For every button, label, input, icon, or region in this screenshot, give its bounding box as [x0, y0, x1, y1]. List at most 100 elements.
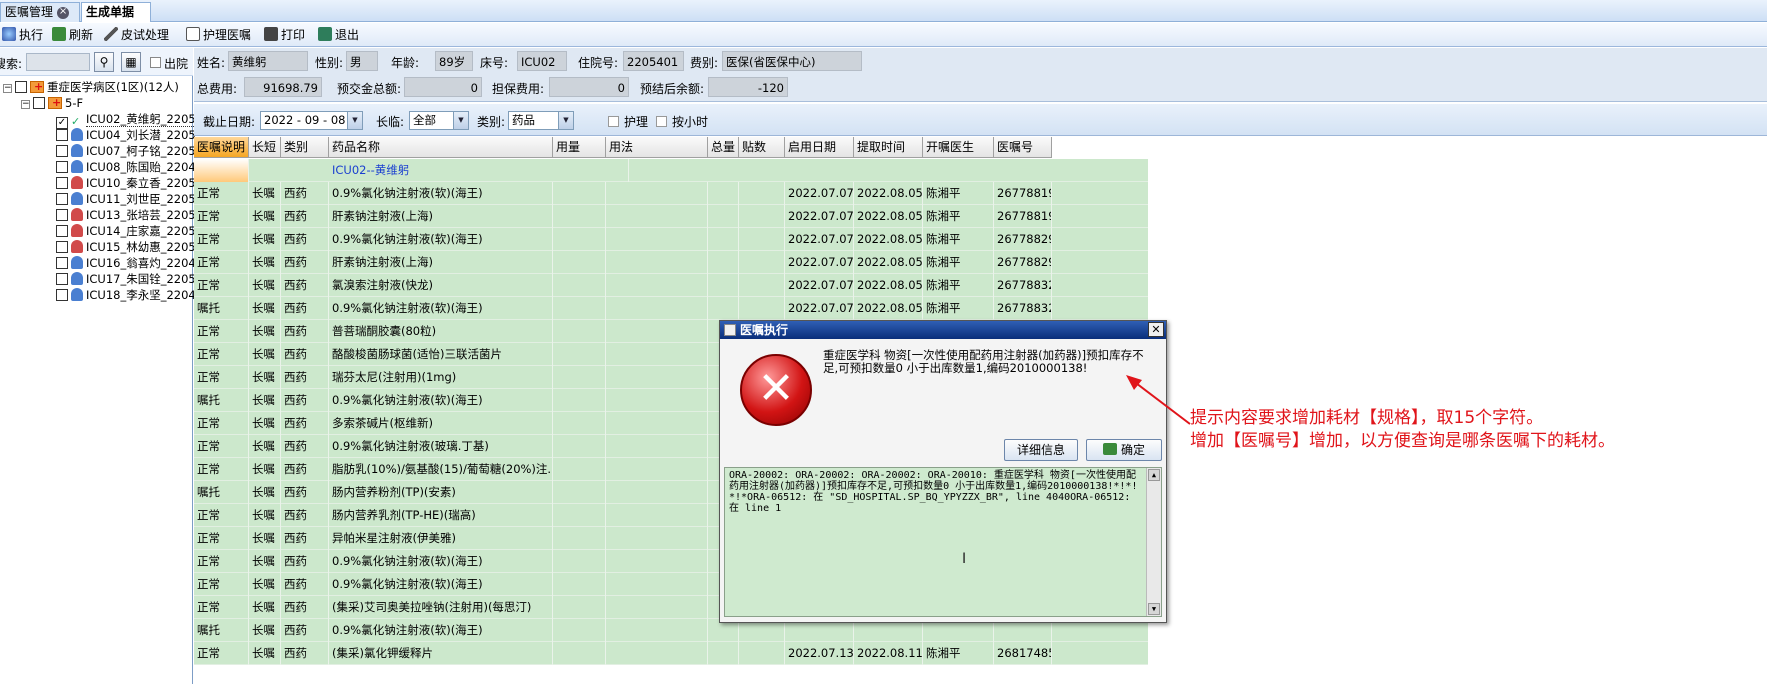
- patient-node[interactable]: ✓ ✓ ICU02_黄维躬_2205: [56, 111, 196, 129]
- term-select[interactable]: 全部 ▼: [409, 111, 469, 130]
- column-header[interactable]: 长短: [249, 137, 281, 158]
- patient-checkbox[interactable]: [56, 145, 68, 157]
- chevron-down-icon[interactable]: ▼: [453, 112, 468, 129]
- patient-icon: [71, 256, 83, 269]
- type-select[interactable]: 药品 ▼: [508, 111, 574, 130]
- table-row[interactable]: 正常 长嘱 西药 氯溴索注射液(快龙) 2022.07.07 2022.08.05 陈湘平 2…: [194, 274, 1148, 297]
- patient-node[interactable]: ICU14_庄家嘉_2205: [56, 223, 196, 239]
- patient-node[interactable]: ICU17_朱国铨_2205: [56, 271, 196, 287]
- table-cell: [708, 297, 739, 320]
- print-button[interactable]: 打印: [264, 27, 305, 43]
- collapse-icon[interactable]: −: [3, 84, 12, 93]
- close-button[interactable]: ✕: [1148, 322, 1164, 337]
- patient-node[interactable]: ICU07_柯子铭_2205: [56, 143, 196, 159]
- annotation-line-1: 提示内容要求增加耗材【规格】，取15个字符。: [1190, 408, 1544, 428]
- table-row[interactable]: 正常 长嘱 西药 0.9%氯化钠注射液(软)(海王) 2022.07.07 2022.08…: [194, 182, 1148, 205]
- patient-node[interactable]: ICU18_李永坚_2204: [56, 287, 196, 303]
- patient-checkbox[interactable]: [56, 209, 68, 221]
- refresh-button[interactable]: 刷新: [52, 27, 93, 43]
- patient-node[interactable]: ICU10_秦立香_2205: [56, 175, 196, 191]
- table-row[interactable]: 正常 长嘱 西药 肝素钠注射液(上海) 2022.07.07 2022.08.05 陈湘平 2…: [194, 251, 1148, 274]
- group-row[interactable]: ICU02--黄维躬: [194, 159, 1148, 182]
- column-header[interactable]: 开嘱医生: [923, 137, 994, 158]
- table-cell: 26778832: [994, 274, 1052, 297]
- execute-button[interactable]: 执行: [2, 27, 43, 43]
- column-header[interactable]: 医嘱说明: [194, 137, 249, 158]
- ward-checkbox[interactable]: [15, 81, 27, 93]
- ok-button[interactable]: 确定: [1086, 439, 1162, 461]
- gender-label: 性别:: [315, 56, 344, 70]
- column-header[interactable]: 启用日期: [785, 137, 854, 158]
- patient-checkbox[interactable]: [56, 225, 68, 237]
- table-cell: 26817485: [994, 642, 1052, 665]
- tab-generate-documents[interactable]: 生成单据×: [81, 2, 151, 37]
- tab-order-management[interactable]: 医嘱管理 ×: [0, 2, 80, 22]
- table-cell: 正常: [194, 573, 249, 596]
- details-button[interactable]: 详细信息: [1004, 439, 1078, 461]
- column-header[interactable]: 医嘱号: [994, 137, 1052, 158]
- table-cell: 2022.07.07: [785, 205, 854, 228]
- collapse-icon[interactable]: −: [21, 100, 30, 109]
- column-header[interactable]: 总量: [708, 137, 739, 158]
- nursing-checkbox[interactable]: [608, 116, 619, 127]
- patient-checkbox[interactable]: [56, 161, 68, 173]
- patient-icon: [71, 208, 83, 221]
- search-button[interactable]: ⚲: [94, 52, 114, 72]
- patient-checkbox[interactable]: [56, 177, 68, 189]
- column-header[interactable]: 贴数: [739, 137, 785, 158]
- table-cell: 西药: [281, 228, 329, 251]
- filter-bar: 截止日期: 2022 - 09 - 08 ▼ 长临: 全部 ▼ 类别: 药品 ▼ 护理…: [194, 104, 1767, 136]
- scroll-down-icon[interactable]: ▼: [1148, 603, 1160, 615]
- exit-button[interactable]: 退出: [318, 27, 359, 43]
- scroll-up-icon[interactable]: ▲: [1148, 469, 1160, 481]
- table-row[interactable]: 嘱托 长嘱 西药 0.9%氯化钠注射液(软)(海王) 2022.07.07 2022.08…: [194, 297, 1148, 320]
- table-row[interactable]: 正常 长嘱 西药 (集采)氯化钾缓释片 2022.07.13 2022.08.11 陈湘平 2…: [194, 642, 1148, 665]
- error-detail-textarea[interactable]: ORA-20002: ORA-20002: ORA-20002: ORA-200…: [724, 467, 1162, 617]
- floor-node[interactable]: − 5-F: [21, 95, 83, 111]
- floor-checkbox[interactable]: [33, 97, 45, 109]
- ward-node[interactable]: − 重症医学病区(1区)(12人): [3, 79, 179, 95]
- table-cell: [606, 389, 708, 412]
- patient-node[interactable]: ICU08_陈国贻_2204: [56, 159, 196, 175]
- skin-test-button[interactable]: 皮试处理: [104, 27, 169, 43]
- patient-node[interactable]: ICU11_刘世臣_2205: [56, 191, 196, 207]
- patient-checkbox[interactable]: [56, 289, 68, 301]
- table-cell: [739, 228, 785, 251]
- detail-scrollbar[interactable]: ▲ ▼: [1146, 468, 1161, 616]
- table-cell: [606, 573, 708, 596]
- chevron-down-icon[interactable]: ▼: [347, 112, 362, 129]
- table-cell: 正常: [194, 527, 249, 550]
- column-header[interactable]: 用法: [606, 137, 708, 158]
- patient-node[interactable]: ICU16_翁喜灼_2204: [56, 255, 196, 271]
- discharged-checkbox[interactable]: [150, 57, 161, 68]
- locate-button[interactable]: ▦: [121, 52, 141, 72]
- patient-node[interactable]: ICU15_林幼惠_2205: [56, 239, 196, 255]
- column-header[interactable]: 用量: [553, 137, 606, 158]
- table-cell: 26778829: [994, 251, 1052, 274]
- column-header[interactable]: 药品名称: [329, 137, 553, 158]
- table-cell: 正常: [194, 182, 249, 205]
- patient-node[interactable]: ICU13_张培芸_2205: [56, 207, 196, 223]
- patient-checkbox[interactable]: [56, 241, 68, 253]
- nursing-order-button[interactable]: 护理医嘱: [186, 27, 251, 43]
- table-cell: [606, 320, 708, 343]
- table-cell: [553, 366, 606, 389]
- date-picker[interactable]: 2022 - 09 - 08 ▼: [260, 111, 363, 130]
- hourly-checkbox[interactable]: [656, 116, 667, 127]
- table-cell: [606, 527, 708, 550]
- table-row[interactable]: 正常 长嘱 西药 肝素钠注射液(上海) 2022.07.07 2022.08.05 陈湘平 2…: [194, 205, 1148, 228]
- patient-checkbox[interactable]: [56, 273, 68, 285]
- column-header[interactable]: 提取时间: [854, 137, 923, 158]
- table-row[interactable]: 正常 长嘱 西药 0.9%氯化钠注射液(软)(海王) 2022.07.07 2022.08…: [194, 228, 1148, 251]
- patient-node[interactable]: ICU04_刘长潜_2205: [56, 127, 196, 143]
- annotation-line-2: 增加【医嘱号】增加，以方便查询是哪条医嘱下的耗材。: [1190, 431, 1615, 451]
- patient-checkbox[interactable]: [56, 129, 68, 141]
- column-header[interactable]: 类别: [281, 137, 329, 158]
- patient-checkbox[interactable]: [56, 257, 68, 269]
- close-icon[interactable]: ×: [57, 6, 70, 19]
- search-input[interactable]: [26, 53, 90, 71]
- chevron-down-icon[interactable]: ▼: [558, 112, 573, 129]
- patient-icon: [71, 224, 83, 237]
- patient-label: ICU07_柯子铭_2205: [86, 144, 196, 158]
- patient-checkbox[interactable]: [56, 193, 68, 205]
